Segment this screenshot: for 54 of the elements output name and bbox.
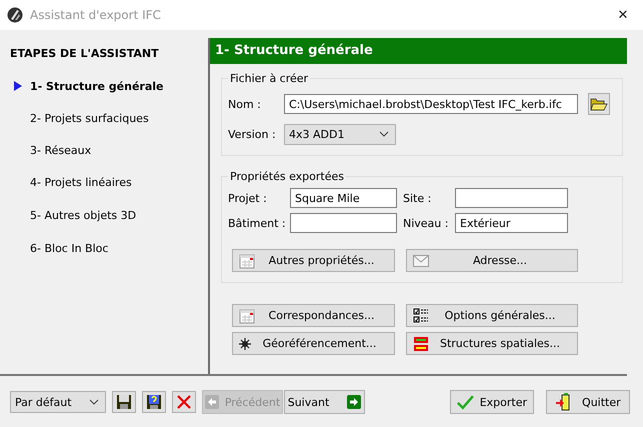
sidebar-item[interactable]: 6- Bloc In Bloc (30, 242, 108, 255)
folder-icon (590, 96, 608, 112)
version-dropdown[interactable]: 4x3 ADD1 (284, 124, 396, 144)
next-button[interactable]: Suivant (284, 390, 365, 414)
field-label: Bâtiment : (228, 216, 284, 230)
text-field[interactable] (455, 188, 568, 208)
action-button[interactable]: Structures spatiales... (406, 332, 578, 355)
sidebar-item[interactable]: 4- Projets linéaires (30, 176, 132, 189)
field-label: Niveau : (402, 216, 450, 230)
save-as-button[interactable] (142, 391, 166, 413)
chevron-down-icon (379, 131, 389, 137)
calendar-icon (239, 308, 255, 324)
preset-dropdown[interactable]: Par défaut (10, 391, 106, 413)
close-icon (176, 394, 192, 410)
delete-button[interactable] (172, 391, 196, 413)
quit-button[interactable]: Quitter (546, 390, 630, 414)
close-button[interactable]: ✕ (603, 8, 643, 22)
action-button[interactable]: Correspondances... (232, 304, 395, 327)
browse-button[interactable] (588, 93, 610, 115)
action-button[interactable]: Géoréférencement... (232, 332, 395, 355)
arrow-left-icon (204, 395, 219, 409)
floppy-question-icon (146, 394, 162, 410)
door-exit-icon (555, 393, 572, 411)
window-title: Assistant d'export IFC (30, 8, 162, 22)
blocks-icon (413, 336, 429, 352)
chevron-down-icon (89, 399, 99, 405)
field-label: Nom : (228, 98, 262, 110)
save-button[interactable] (112, 391, 136, 413)
action-button[interactable]: Options générales... (406, 304, 578, 327)
sidebar-item[interactable]: 1- Structure générale (30, 80, 164, 92)
checkmark-icon (457, 393, 474, 411)
text-field[interactable]: Square Mile (290, 188, 397, 208)
checklist-icon (413, 308, 429, 324)
export-button[interactable]: Exporter (450, 390, 534, 414)
file-name-field[interactable]: C:\Users\michael.brobst\Desktop\Test IFC_kerb.ifc (284, 94, 578, 114)
arrow-right-icon (347, 395, 362, 409)
group-legend: Fichier à créer (228, 72, 310, 85)
action-button[interactable]: Autres propriétés... (232, 249, 395, 272)
panel-header: 1- Structure générale (210, 38, 627, 64)
sidebar-heading: ETAPES DE L'ASSISTANT (9, 47, 160, 60)
field-label: Version : (228, 128, 277, 140)
gear-icon (239, 338, 251, 350)
sidebar-item[interactable]: 2- Projets surfaciques (30, 112, 149, 124)
group-legend: Propriétés exportées (228, 170, 346, 183)
text-field[interactable] (290, 213, 397, 233)
field-label: Site : (402, 192, 432, 204)
text-field[interactable]: Extérieur (455, 213, 568, 233)
calendar-icon (239, 252, 255, 268)
app-logo-icon (7, 7, 23, 23)
sidebar-item[interactable]: 5- Autres objets 3D (30, 209, 136, 222)
envelope-icon (413, 254, 429, 266)
field-label: Projet : (228, 192, 268, 204)
action-button[interactable]: Adresse... (406, 249, 578, 272)
sidebar-item[interactable]: 3- Réseaux (30, 144, 92, 156)
